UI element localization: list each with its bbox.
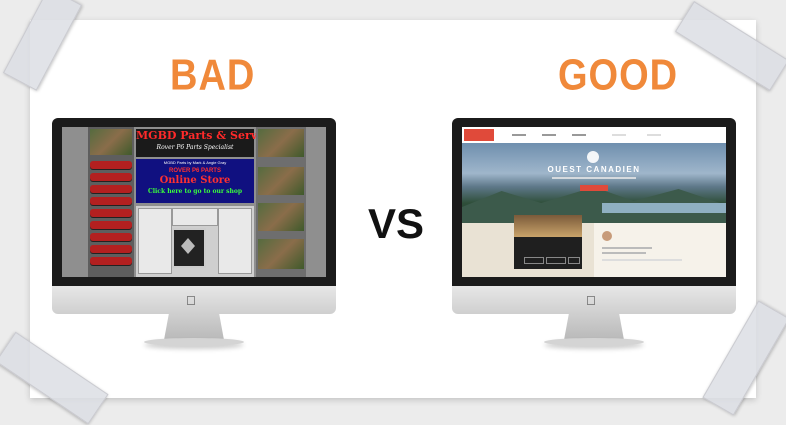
nav-item — [512, 134, 526, 136]
bad-car-icon — [90, 209, 132, 217]
bad-text-box — [138, 208, 172, 274]
bad-car-icon — [90, 185, 132, 193]
author-avatar — [602, 231, 612, 241]
monitor-foot — [544, 338, 644, 346]
bad-car-photo — [258, 167, 304, 195]
bad-store-line-3: Online Store — [159, 175, 231, 186]
bad-site-title: MGBD Parts & Services — [136, 129, 282, 142]
good-card-right — [594, 223, 726, 277]
good-body-section — [462, 215, 726, 277]
bad-text-box — [172, 208, 218, 226]
good-tagline — [552, 177, 636, 179]
bad-content-area — [136, 206, 254, 277]
good-website-screen: OUEST CANADIEN — [462, 127, 726, 277]
text-line — [602, 259, 682, 261]
monitor-stand — [164, 314, 224, 340]
monitor-bezel: MGBD Parts & Services Rover P6 Parts Spe… — [52, 118, 336, 286]
bad-site-subtitle: Rover P6 Parts Specialist — [156, 144, 234, 151]
bad-heading: BAD — [170, 51, 256, 101]
good-card-image — [514, 215, 582, 237]
monitor-good: OUEST CANADIEN  — [452, 118, 736, 348]
text-line — [602, 252, 646, 254]
bad-car-icon — [90, 257, 132, 265]
bad-car-icon — [90, 197, 132, 205]
good-outline-button — [524, 257, 544, 264]
monitor-bad: MGBD Parts & Services Rover P6 Parts Spe… — [52, 118, 336, 348]
monitor-foot — [144, 338, 244, 346]
monitor-stand — [564, 314, 624, 340]
bad-banner: MGBD Parts & Services Rover P6 Parts Spe… — [136, 129, 282, 157]
good-site-logo — [464, 129, 494, 141]
text-line — [602, 247, 652, 249]
bad-store-line-2: ROVER P6 PARTS — [169, 168, 221, 174]
good-emblem-icon — [587, 151, 599, 163]
bad-store-line-1: MGBD Parts by Mark & Angie Gray — [163, 160, 227, 165]
bad-car-photo — [258, 203, 304, 231]
bad-car-photo — [258, 129, 304, 157]
bad-store-link: Click here to go to our shop — [147, 188, 243, 195]
apple-icon:  — [186, 293, 196, 308]
hero-lake — [602, 203, 726, 213]
vs-label: VS — [368, 200, 425, 247]
bad-right-column — [256, 127, 306, 277]
bad-car-icon — [90, 245, 132, 253]
bad-car-icon — [90, 233, 132, 241]
good-hero-image: OUEST CANADIEN — [462, 143, 726, 223]
bad-car-photo — [90, 129, 132, 155]
bad-car-photo — [258, 239, 304, 269]
bad-car-icon — [90, 221, 132, 229]
nav-item — [612, 134, 626, 136]
good-site-title: OUEST CANADIEN — [547, 165, 641, 174]
bad-text-box — [218, 208, 252, 274]
nav-item — [647, 134, 661, 136]
bad-website-screen: MGBD Parts & Services Rover P6 Parts Spe… — [62, 127, 326, 277]
good-nav-bar — [462, 127, 726, 144]
good-outline-button — [568, 257, 580, 264]
monitor-bezel: OUEST CANADIEN — [452, 118, 736, 286]
nav-item — [572, 134, 586, 136]
good-card-left — [462, 215, 594, 277]
bad-car-icon — [90, 161, 132, 169]
good-cta-button — [580, 185, 608, 191]
rover-emblem-icon — [172, 228, 206, 268]
apple-icon:  — [586, 293, 596, 308]
good-outline-button — [546, 257, 566, 264]
nav-item — [542, 134, 556, 136]
bad-store-banner: MGBD Parts by Mark & Angie Gray ROVER P6… — [136, 159, 254, 203]
good-heading: GOOD — [558, 51, 679, 101]
bad-car-icon — [90, 173, 132, 181]
